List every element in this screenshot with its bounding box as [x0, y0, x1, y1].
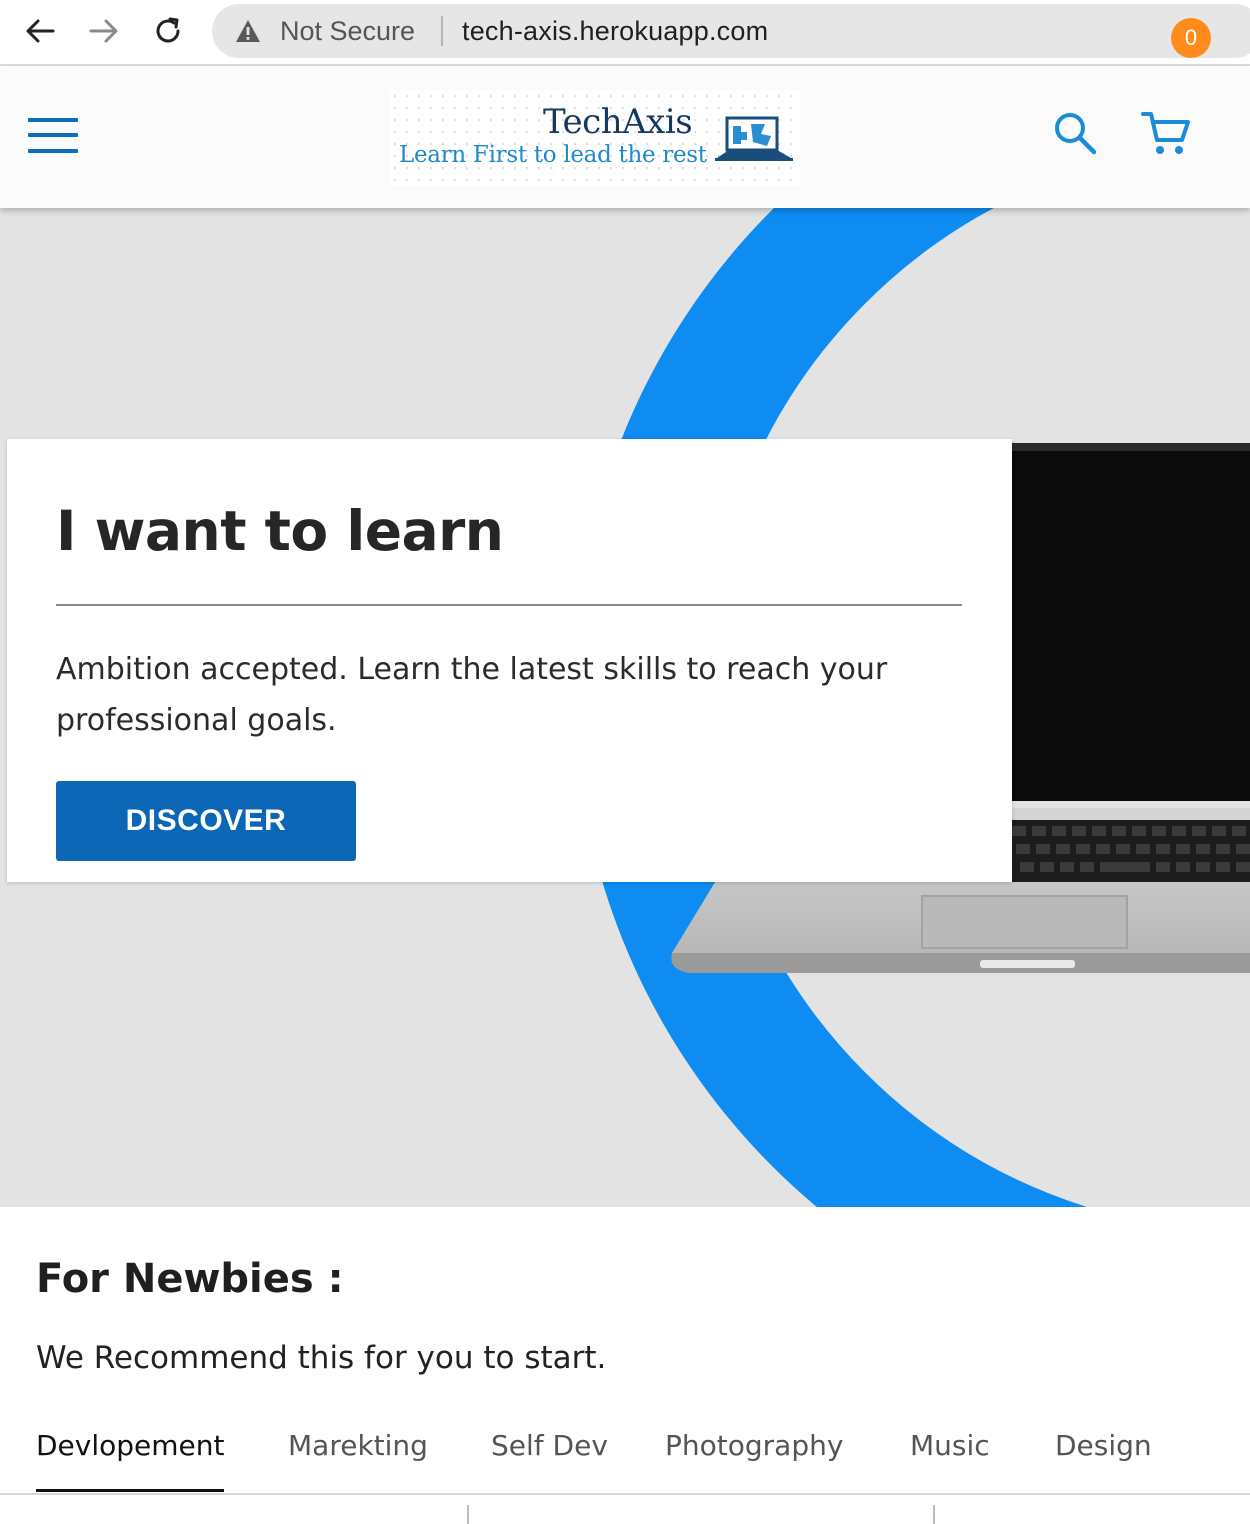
- search-icon[interactable]: [1052, 110, 1098, 156]
- tab-music[interactable]: Music: [910, 1429, 990, 1462]
- hero-heading: I want to learn: [56, 499, 504, 563]
- hero-description: Ambition accepted. Learn the latest skil…: [56, 652, 888, 738]
- site-header: TechAxis Learn First to lead the rest: [0, 68, 1250, 208]
- address-bar[interactable]: Not Secure tech-axis.herokuapp.com: [212, 4, 1250, 58]
- hero-divider: [56, 604, 962, 606]
- discover-button[interactable]: DISCOVER: [56, 781, 356, 861]
- address-divider: [441, 16, 443, 46]
- tab-marekting[interactable]: Marekting: [288, 1429, 428, 1462]
- forward-arrow-icon[interactable]: [85, 12, 123, 50]
- newbies-subtitle: We Recommend this for you to start.: [36, 1340, 607, 1376]
- cart-icon[interactable]: [1140, 108, 1192, 158]
- laptop-logo-icon: [715, 116, 793, 161]
- category-tabs: Devlopement Marekting Self Dev Photograp…: [0, 1425, 1250, 1495]
- url-text[interactable]: tech-axis.herokuapp.com: [462, 16, 768, 47]
- tab-design[interactable]: Design: [1055, 1429, 1152, 1462]
- hero-banner: I want to learn Ambition accepted. Learn…: [0, 208, 1250, 1207]
- tab-self-dev[interactable]: Self Dev: [491, 1429, 608, 1462]
- back-arrow-icon[interactable]: [21, 12, 59, 50]
- warning-icon: [236, 20, 260, 42]
- tab-photography[interactable]: Photography: [665, 1429, 843, 1462]
- cart-count-badge: 0: [1171, 18, 1211, 58]
- hamburger-menu-icon[interactable]: [28, 118, 78, 158]
- tab-devlopement[interactable]: Devlopement: [36, 1429, 225, 1462]
- reload-icon[interactable]: [149, 12, 187, 50]
- column-divider: [933, 1505, 935, 1524]
- hero-card: I want to learn Ambition accepted. Learn…: [7, 439, 1012, 882]
- column-divider: [467, 1505, 469, 1524]
- active-tab-indicator: [36, 1489, 224, 1492]
- logo-tagline: Learn First to lead the rest: [399, 142, 707, 168]
- logo-title: TechAxis: [543, 102, 693, 142]
- techaxis-logo[interactable]: TechAxis Learn First to lead the rest: [389, 90, 800, 186]
- security-status: Not Secure: [280, 16, 416, 46]
- newbies-title: For Newbies :: [36, 1256, 344, 1302]
- browser-toolbar: Not Secure tech-axis.herokuapp.com: [0, 0, 1250, 66]
